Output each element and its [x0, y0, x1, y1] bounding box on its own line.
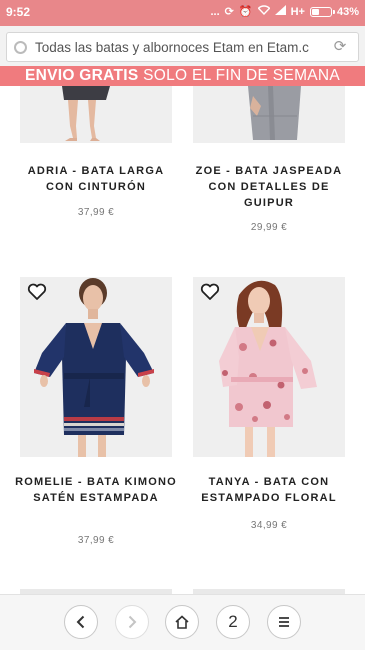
notification-dots: ...	[210, 6, 220, 18]
chevron-left-icon	[76, 615, 85, 629]
status-bar: 9:52 ... ⟳ ⏰ H+ 43%	[0, 0, 365, 26]
product-price: 34,99 €	[250, 520, 288, 531]
sync-icon: ⟳	[224, 6, 234, 18]
product-image[interactable]	[193, 277, 345, 457]
url-field[interactable]: Todas las batas y albornoces Etam en Eta…	[6, 32, 359, 62]
battery-icon	[309, 7, 335, 17]
status-time: 9:52	[6, 5, 31, 19]
forward-button[interactable]	[115, 605, 149, 639]
product-name[interactable]: TANYA - BATA CON ESTAMPADO FLORAL	[187, 474, 351, 506]
back-button[interactable]	[64, 605, 98, 639]
menu-icon	[279, 617, 289, 627]
promo-bold: ENVIO GRATIS	[24, 67, 139, 84]
status-icons: ... ⟳ ⏰ H+ 43%	[210, 5, 359, 19]
globe-icon	[14, 41, 27, 54]
product-image[interactable]	[193, 86, 345, 143]
network-type: H+	[290, 6, 305, 18]
chevron-right-icon	[128, 615, 137, 629]
product-image[interactable]	[20, 86, 172, 143]
product-image[interactable]	[20, 277, 172, 457]
product-price: 29,99 €	[250, 222, 288, 233]
promo-banner[interactable]: ENVIO GRATIS SOLO EL FIN DE SEMANA	[0, 66, 365, 86]
alarm-icon: ⏰	[238, 6, 253, 18]
browser-toolbar: Todas las batas y albornoces Etam en Eta…	[0, 26, 365, 68]
product-price: 37,99 €	[77, 535, 115, 546]
product-name[interactable]: ROMELIE - BATA KIMONO SATÉN ESTAMPADA	[14, 474, 178, 506]
menu-button[interactable]	[267, 605, 301, 639]
url-text[interactable]: Todas las batas y albornoces Etam en Eta…	[35, 40, 315, 55]
reload-icon[interactable]: ⟳	[332, 39, 348, 55]
heart-icon[interactable]	[27, 283, 47, 301]
battery-percent: 43%	[336, 6, 359, 18]
signal-icon	[274, 5, 286, 19]
product-name[interactable]: ZOE - BATA JASPEADA CON DETALLES DE GUIP…	[187, 163, 351, 211]
home-button[interactable]	[165, 605, 199, 639]
tab-count: 2	[228, 612, 238, 631]
product-name[interactable]: ADRIA - BATA LARGA CON CINTURÓN	[14, 163, 178, 195]
heart-icon[interactable]	[200, 283, 220, 301]
screen: 9:52 ... ⟳ ⏰ H+ 43% Todas las batas y al…	[0, 0, 365, 650]
home-icon	[175, 615, 189, 629]
promo-rest: SOLO EL FIN DE SEMANA	[138, 67, 341, 84]
product-grid: ADRIA - BATA LARGA CON CINTURÓN 37,99 € …	[0, 86, 365, 594]
product-price: 37,99 €	[77, 207, 115, 218]
battery-fill	[311, 9, 320, 15]
wifi-icon	[257, 5, 271, 19]
tabs-button[interactable]: 2	[216, 605, 250, 639]
browser-bottom-nav: 2	[0, 594, 365, 650]
